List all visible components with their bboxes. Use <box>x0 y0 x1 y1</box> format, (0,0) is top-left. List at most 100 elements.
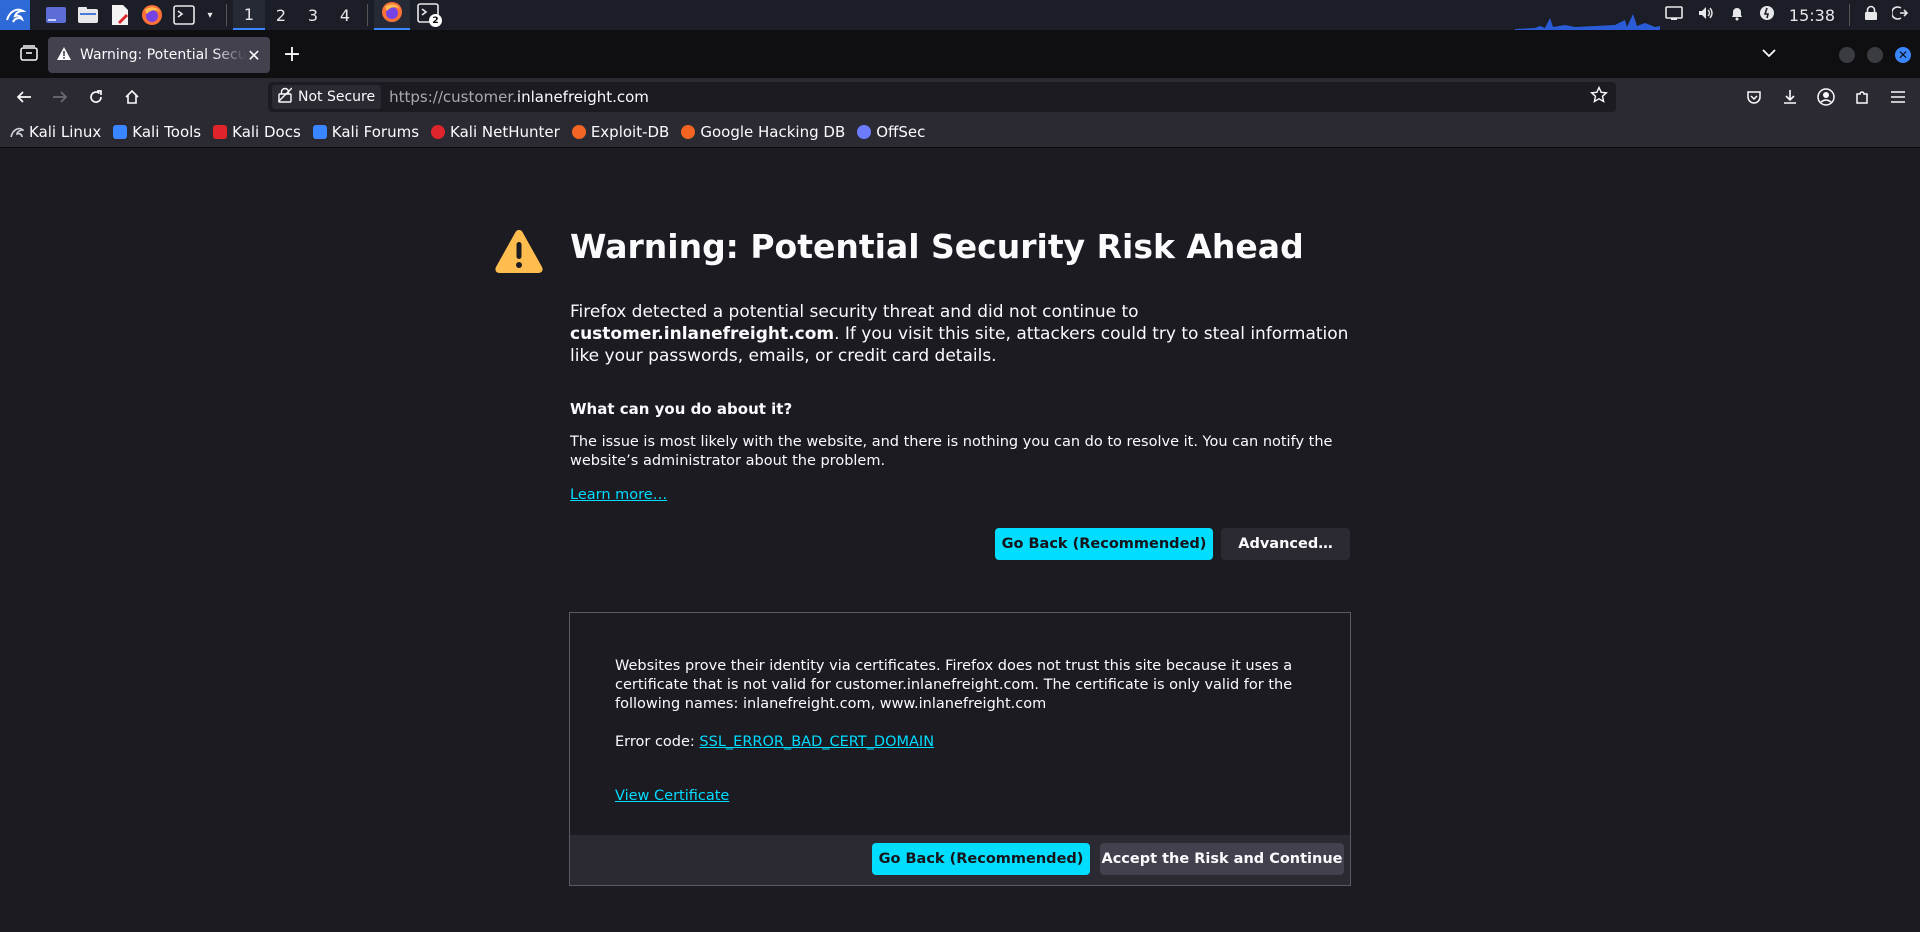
extensions-icon[interactable] <box>1850 85 1874 109</box>
intro-text: Firefox detected a potential security th… <box>570 301 1350 367</box>
warning-triangle-icon <box>495 230 543 273</box>
list-all-tabs-chevron-icon[interactable] <box>1762 46 1776 62</box>
url-host: inlanefreight.com <box>516 88 649 106</box>
bookmark-label: Kali Tools <box>132 122 202 141</box>
bookmark-label: Google Hacking DB <box>700 122 846 141</box>
page-content: Warning: Potential Security Risk Ahead F… <box>0 149 1920 932</box>
tab-title: Warning: Potential Security Risk Ahead <box>80 47 246 63</box>
kali-dragon-icon <box>10 125 26 139</box>
page-title: Warning: Potential Security Risk Ahead <box>570 227 1304 266</box>
firefox-launcher-icon[interactable] <box>140 3 164 27</box>
kali-tools-icon <box>113 124 128 139</box>
go-back-button[interactable]: Go Back (Recommended) <box>995 528 1213 560</box>
advanced-panel-footer: Go Back (Recommended) Accept the Risk an… <box>570 835 1350 885</box>
toolbar-right <box>1736 78 1920 116</box>
site-identity-button[interactable]: Not Secure <box>272 85 382 109</box>
bookmark-kali-forums[interactable]: Kali Forums <box>312 122 420 141</box>
bookmark-google-hacking-db[interactable]: Google Hacking DB <box>681 123 845 141</box>
tab-security-warning[interactable]: Warning: Potential Security Risk Ahead ✕ <box>48 37 270 73</box>
url-bar[interactable]: Not Secure https://customer.inlanefreigh… <box>268 82 1616 112</box>
volume-icon[interactable] <box>1697 5 1715 25</box>
notification-bell-icon[interactable] <box>1729 5 1745 25</box>
certificate-explanation: Websites prove their identity via certif… <box>615 658 1293 712</box>
bookmark-exploit-db[interactable]: Exploit-DB <box>571 122 670 141</box>
bookmark-star-icon[interactable] <box>1589 85 1609 109</box>
kali-menu-icon[interactable] <box>0 0 30 30</box>
bookmark-label: Kali NetHunter <box>450 122 560 141</box>
panel-separator <box>367 4 368 26</box>
desktop-icon[interactable] <box>44 3 68 27</box>
clock[interactable]: 15:38 <box>1789 6 1835 25</box>
navigation-toolbar: Not Secure https://customer.inlanefreigh… <box>0 78 1920 116</box>
accept-risk-button[interactable]: Accept the Risk and Continue <box>1100 843 1344 875</box>
bookmark-label: Kali Docs <box>232 122 301 141</box>
panel-separator <box>1849 4 1850 26</box>
warning-icon <box>56 46 72 65</box>
insecure-lock-icon <box>277 87 293 107</box>
bookmark-label: Kali Forums <box>331 122 420 141</box>
system-panel: ▾ 1 2 3 4 2 15:38 <box>0 0 1920 30</box>
tab-bar: Warning: Potential Security Risk Ahead ✕… <box>0 30 1920 78</box>
home-button[interactable] <box>120 85 144 109</box>
bookmarks-toolbar: Kali Linux Kali Tools Kali Docs Kali For… <box>0 116 1920 148</box>
logout-icon[interactable] <box>1890 5 1909 25</box>
intro-host: customer.inlanefreight.com <box>570 324 835 344</box>
power-status-icon[interactable] <box>1759 5 1775 25</box>
advanced-panel: Websites prove their identity via certif… <box>569 612 1351 886</box>
error-code-label: Error code: <box>615 734 700 750</box>
explanation-text: The issue is most likely with the websit… <box>570 434 1333 469</box>
taskbar-firefox[interactable] <box>374 0 410 30</box>
close-window-button[interactable]: ✕ <box>1895 47 1911 63</box>
kali-docs-icon <box>213 124 228 139</box>
maximize-window-button[interactable] <box>1867 47 1883 63</box>
error-code: Error code: SSL_ERROR_BAD_CERT_DOMAIN <box>615 734 934 750</box>
bookmark-label: Kali Linux <box>29 122 102 141</box>
workspace-1[interactable]: 1 <box>233 0 265 30</box>
nethunter-icon <box>431 124 446 139</box>
url-text[interactable]: https://customer.inlanefreight.com <box>389 88 649 106</box>
error-code-link[interactable]: SSL_ERROR_BAD_CERT_DOMAIN <box>699 734 934 750</box>
panel-separator <box>226 4 227 26</box>
terminal-launcher-icon[interactable] <box>172 3 196 27</box>
workspace-4[interactable]: 4 <box>329 0 361 30</box>
downloads-icon[interactable] <box>1778 85 1802 109</box>
workspace-3[interactable]: 3 <box>297 0 329 30</box>
forward-button[interactable] <box>48 85 72 109</box>
hamburger-menu-icon[interactable] <box>1886 85 1910 109</box>
bookmark-offsec[interactable]: OffSec <box>857 123 925 141</box>
chevron-down-icon[interactable]: ▾ <box>204 3 216 27</box>
bookmark-kali-nethunter[interactable]: Kali NetHunter <box>431 123 560 141</box>
bookmark-label: Exploit-DB <box>590 122 670 141</box>
url-prefix: https://customer. <box>389 88 517 106</box>
system-tray: 15:38 <box>1665 0 1920 30</box>
display-icon[interactable] <box>1665 5 1683 25</box>
reload-button[interactable] <box>84 85 108 109</box>
exploit-db-icon <box>571 124 586 139</box>
bookmark-label: OffSec <box>876 122 926 141</box>
offsec-icon <box>857 124 872 139</box>
advanced-button[interactable]: Advanced… <box>1221 528 1350 560</box>
kali-forums-icon <box>312 124 327 139</box>
workspace-2[interactable]: 2 <box>265 0 297 30</box>
ghdb-icon <box>681 124 696 139</box>
firefox-icon <box>381 1 403 27</box>
new-tab-button[interactable]: + <box>280 42 304 67</box>
back-button[interactable] <box>12 85 36 109</box>
bookmark-kali-docs[interactable]: Kali Docs <box>213 123 301 141</box>
go-back-button-secondary[interactable]: Go Back (Recommended) <box>872 843 1090 875</box>
firefox-view-icon[interactable] <box>20 45 40 63</box>
bookmark-kali-tools[interactable]: Kali Tools <box>113 123 201 141</box>
minimize-window-button[interactable] <box>1839 47 1855 63</box>
text-editor-icon[interactable] <box>108 3 132 27</box>
view-certificate-link[interactable]: View Certificate <box>615 788 729 804</box>
account-icon[interactable] <box>1814 85 1838 109</box>
file-manager-icon[interactable] <box>76 3 100 27</box>
bookmark-kali-linux[interactable]: Kali Linux <box>10 123 101 141</box>
lock-icon[interactable] <box>1864 5 1878 25</box>
pocket-icon[interactable] <box>1742 85 1766 109</box>
what-can-you-do-heading: What can you do about it? <box>570 400 793 418</box>
close-tab-icon[interactable]: ✕ <box>246 46 262 65</box>
taskbar-terminal[interactable]: 2 <box>410 0 446 30</box>
learn-more-link[interactable]: Learn more… <box>570 487 667 503</box>
intro-before: Firefox detected a potential security th… <box>570 302 1139 322</box>
